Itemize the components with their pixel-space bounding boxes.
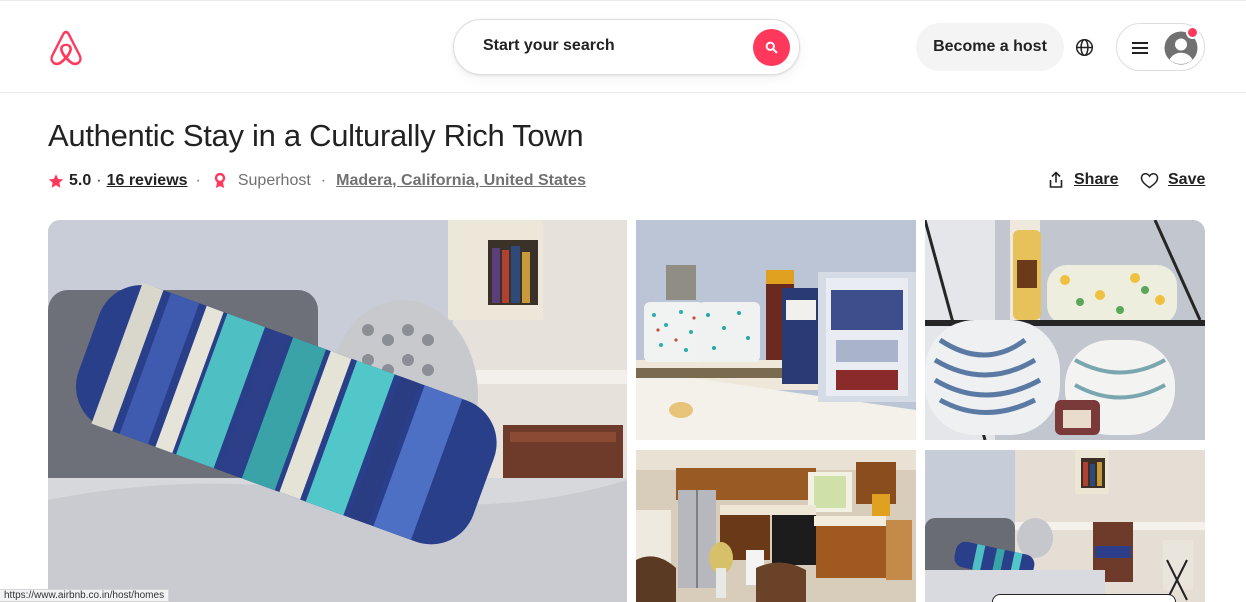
separator-dot: · [195,172,201,189]
search-button[interactable] [753,29,790,66]
share-label: Share [1074,171,1119,188]
save-button[interactable]: Save [1140,168,1205,192]
star-icon [48,174,64,188]
photo-mugs-tea-shelf[interactable] [636,220,916,440]
listing-meta: 5.0 · 16 reviews · Superhost · Madera, C… [48,171,586,191]
search-bar[interactable]: Start your search [453,19,800,75]
separator-dot: · [320,172,327,189]
notification-badge [1186,26,1199,39]
superhost-label: Superhost [237,172,311,189]
reviews-link[interactable]: 16 reviews [107,172,188,190]
photo-towels-shelf[interactable] [925,220,1205,440]
airbnb-logo-icon[interactable] [47,28,85,68]
photo-kitchen[interactable] [636,450,916,602]
share-button[interactable]: Share [1047,168,1118,192]
superhost-medal-icon [214,173,226,188]
share-icon [1049,171,1063,188]
show-all-photos-button[interactable] [992,594,1176,602]
separator-dot: · [96,172,102,189]
location-link[interactable]: Madera, California, United States [336,172,586,190]
rating-value: 5.0 [69,172,92,189]
top-navigation-bar: Start your search Become a host [0,0,1246,93]
heart-icon [1140,172,1159,189]
search-icon [765,41,778,54]
photo-bedroom-wide[interactable] [925,450,1205,602]
status-bar-url: https://www.airbnb.co.in/host/homes [0,589,170,602]
photo-bedroom-pillow[interactable] [48,220,627,602]
search-label: Start your search [483,37,615,54]
listing-title: Authentic Stay in a Culturally Rich Town [48,118,584,153]
become-host-button[interactable]: Become a host [916,23,1064,71]
language-button[interactable] [1068,31,1100,63]
globe-icon [1075,38,1093,56]
save-label: Save [1168,171,1206,188]
hamburger-menu-icon [1132,42,1148,54]
